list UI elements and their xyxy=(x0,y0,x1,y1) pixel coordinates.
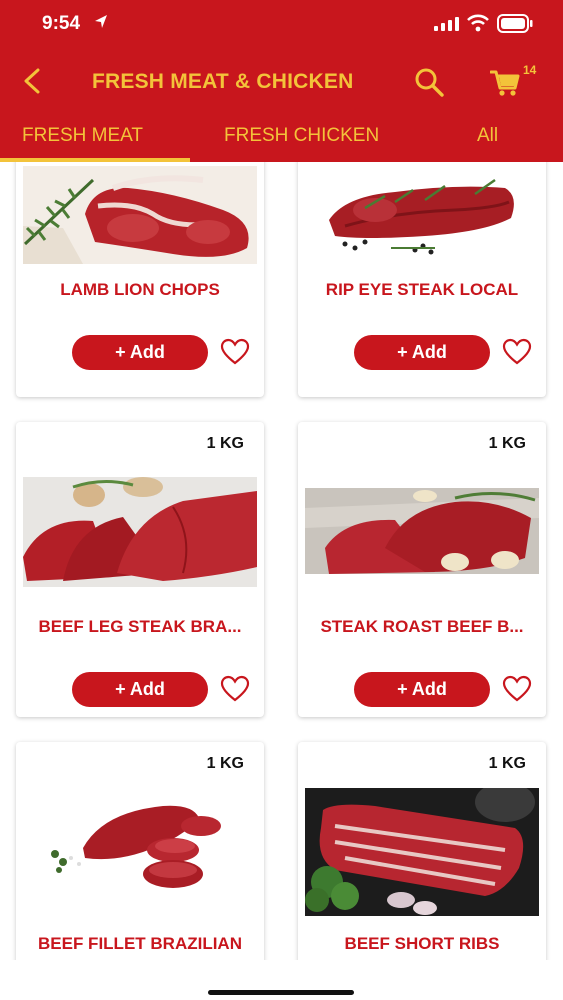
heart-icon[interactable] xyxy=(220,338,250,366)
add-to-cart-button[interactable]: + Add xyxy=(354,672,490,707)
home-indicator[interactable] xyxy=(208,990,354,995)
product-grid: LAMB LION CHOPS + Add RIP EYE STEAK LOCA… xyxy=(0,162,563,960)
tab-fresh-meat[interactable]: FRESH MEAT xyxy=(22,125,143,147)
navigation-bar: FRESH MEAT & CHICKEN 14 xyxy=(0,52,563,110)
location-arrow-icon xyxy=(95,15,107,28)
product-card[interactable]: 1 KG BEEF FILLET BRAZILIAN xyxy=(16,742,264,960)
page-title: FRESH MEAT & CHICKEN xyxy=(92,70,354,93)
add-to-cart-button[interactable]: + Add xyxy=(72,335,208,370)
product-image xyxy=(23,477,257,587)
search-icon[interactable] xyxy=(414,67,444,97)
category-tabs: FRESH MEAT FRESH CHICKEN All xyxy=(0,110,563,162)
product-card[interactable]: 1 KG STEAK ROAST BEEF B... + Add xyxy=(298,422,546,717)
product-image xyxy=(23,166,257,264)
product-card[interactable]: 1 KG BEEF LEG STEAK BRA... + Add xyxy=(16,422,264,717)
app-header: 9:54 FRESH MEAT & CHICKEN 14 FRESH MEAT … xyxy=(0,0,563,162)
product-card[interactable]: RIP EYE STEAK LOCAL + Add xyxy=(298,162,546,397)
heart-icon[interactable] xyxy=(220,675,250,703)
wifi-icon xyxy=(467,14,489,32)
product-image xyxy=(305,488,539,574)
product-image xyxy=(23,792,257,902)
battery-icon xyxy=(497,14,533,33)
product-name: BEEF LEG STEAK BRA... xyxy=(38,617,242,636)
product-weight: 1 KG xyxy=(206,435,244,452)
heart-icon[interactable] xyxy=(502,675,532,703)
add-to-cart-button[interactable]: + Add xyxy=(354,335,490,370)
product-name: STEAK ROAST BEEF B... xyxy=(320,617,524,636)
product-weight: 1 KG xyxy=(206,755,244,772)
product-name: BEEF SHORT RIBS xyxy=(344,934,500,953)
product-weight: 1 KG xyxy=(488,755,526,772)
cart-count-badge: 14 xyxy=(523,63,537,77)
home-indicator-area xyxy=(0,960,563,1000)
product-name: RIP EYE STEAK LOCAL xyxy=(325,280,519,299)
product-image xyxy=(305,788,539,916)
back-arrow-icon[interactable] xyxy=(20,68,44,94)
tab-fresh-chicken[interactable]: FRESH CHICKEN xyxy=(224,125,379,147)
product-weight: 1 KG xyxy=(488,435,526,452)
product-card[interactable]: 1 KG BEEF SHORT RIBS xyxy=(298,742,546,960)
status-bar: 9:54 xyxy=(0,0,563,52)
heart-icon[interactable] xyxy=(502,338,532,366)
add-to-cart-button[interactable]: + Add xyxy=(72,672,208,707)
status-time: 9:54 xyxy=(42,13,81,34)
product-name: LAMB LION CHOPS xyxy=(60,280,220,299)
cart-icon[interactable] xyxy=(490,69,520,97)
product-card[interactable]: LAMB LION CHOPS + Add xyxy=(16,162,264,397)
tab-all[interactable]: All xyxy=(477,125,498,147)
product-image xyxy=(305,166,539,264)
product-name: BEEF FILLET BRAZILIAN xyxy=(38,934,242,953)
cellular-signal-icon xyxy=(434,17,459,31)
